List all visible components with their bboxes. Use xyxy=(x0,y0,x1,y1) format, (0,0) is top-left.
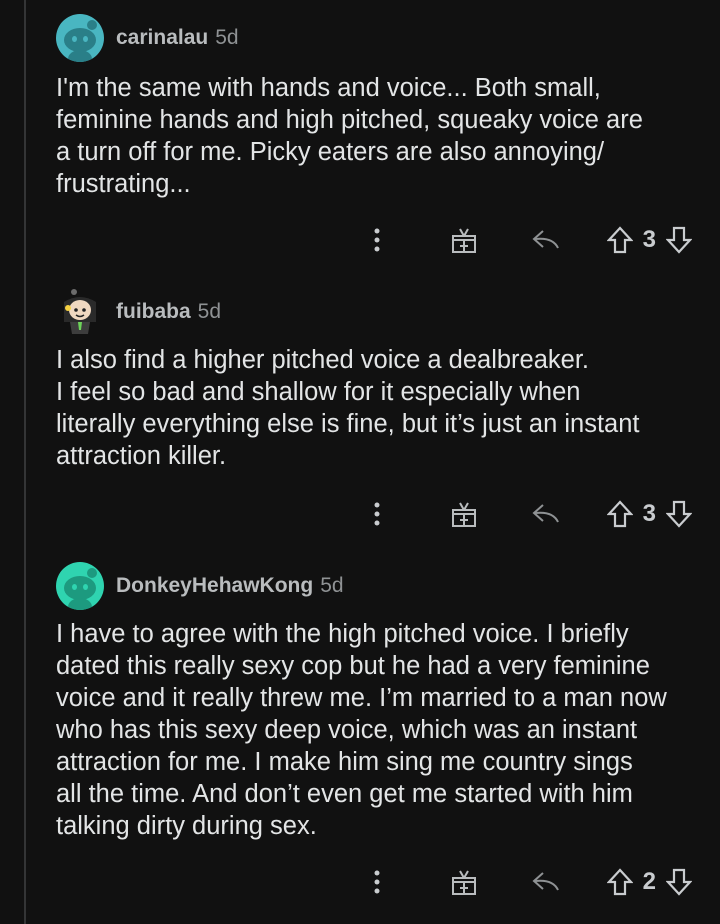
comment-3: DonkeyHehawKong 5d I have to agree with … xyxy=(56,562,708,842)
downvote-arrow-icon[interactable] xyxy=(666,500,692,528)
comment-age: 5d xyxy=(320,574,344,597)
comment-header: fuibaba 5d xyxy=(56,288,708,336)
more-options-icon[interactable] xyxy=(367,870,387,894)
comment-2: fuibaba 5d I also find a higher pitched … xyxy=(56,288,708,472)
reply-arrow-icon[interactable] xyxy=(529,870,563,894)
vote-count: 2 xyxy=(642,868,656,895)
username[interactable]: carinalau xyxy=(116,26,208,50)
vote-count: 3 xyxy=(642,500,656,527)
more-options-icon[interactable] xyxy=(367,228,387,252)
username[interactable]: DonkeyHehawKong xyxy=(116,574,313,598)
upvote-arrow-icon[interactable] xyxy=(606,226,633,254)
upvote-arrow-icon[interactable] xyxy=(606,868,633,896)
more-options-icon[interactable] xyxy=(367,502,387,526)
comment-body: I have to agree with the high pitched vo… xyxy=(56,620,667,840)
comment-1: carinalau 5d I'm the same with hands and… xyxy=(56,14,708,200)
award-gift-icon[interactable] xyxy=(449,868,479,896)
vote-count: 3 xyxy=(642,226,656,253)
comment-actions: 3 xyxy=(367,494,692,534)
custom-avatar-icon[interactable] xyxy=(56,288,104,336)
award-gift-icon[interactable] xyxy=(449,226,479,254)
downvote-arrow-icon[interactable] xyxy=(666,868,692,896)
comment-body: I'm the same with hands and voice... Bot… xyxy=(56,74,643,198)
reply-arrow-icon[interactable] xyxy=(529,502,563,526)
comment-body: I also find a higher pitched voice a dea… xyxy=(56,346,640,470)
thread-line[interactable] xyxy=(24,0,26,924)
comment-header: carinalau 5d xyxy=(56,14,708,62)
comment-age: 5d xyxy=(197,300,222,323)
downvote-arrow-icon[interactable] xyxy=(666,226,692,254)
reply-arrow-icon[interactable] xyxy=(529,228,563,252)
upvote-arrow-icon[interactable] xyxy=(606,500,633,528)
comment-header: DonkeyHehawKong 5d xyxy=(56,562,708,610)
award-gift-icon[interactable] xyxy=(449,500,479,528)
snoo-avatar-icon[interactable] xyxy=(56,14,104,62)
comment-actions: 3 xyxy=(367,220,692,260)
snoo-avatar-icon[interactable] xyxy=(56,562,104,610)
username[interactable]: fuibaba xyxy=(116,300,191,324)
comment-actions: 2 xyxy=(367,862,692,902)
comment-age: 5d xyxy=(215,26,239,49)
